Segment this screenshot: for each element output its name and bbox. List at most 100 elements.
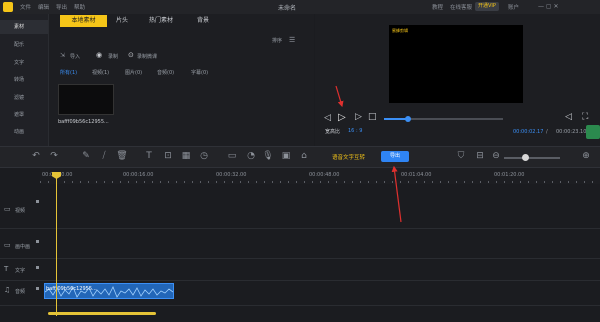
nav-text[interactable]: 文字 (0, 56, 48, 70)
nav-label: 动画 (14, 129, 25, 135)
playhead[interactable] (56, 176, 57, 316)
mosaic-icon[interactable]: ▦ (180, 150, 192, 162)
shield-icon[interactable]: ⛉ (455, 150, 467, 162)
media-library (48, 14, 314, 146)
nav-mask[interactable]: 遮罩 (0, 108, 48, 122)
subtitle-icon[interactable]: ▭ (226, 150, 238, 162)
ruler-tick: 00:00:16.00 (123, 172, 154, 178)
prev-frame-icon[interactable]: ◁ (324, 113, 331, 123)
window-controls[interactable]: — ▢ ✕ (538, 3, 559, 10)
ruler-minor-ticks (40, 181, 595, 183)
track-label-audio: 音频 (15, 289, 26, 295)
horizontal-scrollbar[interactable] (48, 312, 156, 315)
nav-label: 转场 (14, 77, 25, 83)
nav-label: 遮罩 (14, 112, 25, 118)
track-lock-icon[interactable] (36, 287, 39, 290)
fullscreen-icon[interactable]: ⛶ (582, 112, 588, 122)
current-time: 00:00:02.17 (513, 129, 544, 135)
text-icon[interactable]: T (143, 150, 155, 162)
menu-export[interactable]: 导出 (56, 3, 67, 11)
nav-music[interactable]: 配乐 (0, 38, 48, 52)
filter-video[interactable]: 视频(1) (92, 69, 109, 76)
sort-label[interactable]: 排序 (272, 37, 282, 44)
filter-all[interactable]: 所有(1) (60, 69, 77, 76)
ratio-label: 宽高比 (325, 129, 341, 135)
nav-materials[interactable]: 素材 (0, 20, 48, 34)
nav-label: 素材 (14, 24, 25, 30)
play-icon[interactable]: ▷ (338, 112, 346, 123)
text-track-icon: T (4, 265, 9, 273)
delete-icon[interactable]: 🗑 (116, 150, 128, 162)
ratio-value[interactable]: 16 : 9 (348, 128, 362, 134)
fit-icon[interactable]: ⊟ (474, 150, 486, 162)
video-track[interactable] (0, 184, 600, 229)
track-lock-icon[interactable] (36, 240, 39, 243)
tutorial-link[interactable]: 教程 (432, 3, 443, 11)
redo-icon[interactable]: ↷ (48, 150, 60, 162)
import-icon: ⇲ (60, 52, 66, 59)
track-lock-icon[interactable] (36, 266, 39, 269)
track-label-text: 文字 (15, 268, 26, 274)
time-separator: / (546, 129, 548, 135)
nav-label: 配乐 (14, 42, 25, 48)
crop-icon[interactable]: ⊡ (162, 150, 174, 162)
ruler-tick: 00:01:20.00 (494, 172, 525, 178)
export-button[interactable]: 导出 (381, 151, 409, 162)
app-logo (3, 2, 13, 12)
nav-label: 滤镜 (14, 95, 25, 101)
tab-intro[interactable]: 片头 (108, 15, 136, 27)
freeze-icon[interactable]: ◷ (198, 150, 210, 162)
tab-background[interactable]: 背景 (186, 15, 220, 27)
account-menu[interactable]: 账户 (508, 3, 519, 11)
next-frame-icon[interactable]: ▷ (355, 112, 362, 122)
filter-image[interactable]: 图片(0) (125, 69, 142, 76)
progress-knob[interactable] (404, 116, 411, 122)
menu-file[interactable]: 文件 (20, 3, 31, 11)
zoom-out-icon[interactable]: ⊖ (490, 150, 502, 162)
tab-hot-media[interactable]: 热门素材 (140, 15, 182, 27)
pip-track[interactable] (0, 229, 600, 259)
watermark-icon[interactable]: ⌂ (298, 150, 310, 162)
import-button[interactable]: 导入 (70, 53, 80, 60)
stop-icon[interactable]: □ (368, 112, 377, 122)
record-lesson-button[interactable]: 录制微课 (137, 53, 157, 60)
video-track-icon: ▭ (4, 205, 11, 213)
media-thumbnail[interactable] (58, 84, 114, 115)
record-icon: ◉ (96, 51, 103, 59)
nav-filter[interactable]: 滤镜 (0, 91, 48, 105)
microphone-icon[interactable]: 🎙 (262, 150, 274, 162)
record-lesson-icon: ⊙ (128, 51, 134, 59)
pip-track-icon: ▭ (4, 241, 11, 249)
volume-icon[interactable]: ◁ (565, 112, 572, 122)
menu-edit[interactable]: 编辑 (38, 3, 49, 11)
undo-icon[interactable]: ↶ (30, 150, 42, 162)
screenshot-icon[interactable]: ▣ (280, 150, 292, 162)
menu-help[interactable]: 帮助 (74, 3, 85, 11)
ruler-tick: 00:01:04.00 (401, 172, 432, 178)
record-button[interactable]: 录制 (108, 53, 118, 60)
floating-widget-icon[interactable] (586, 125, 600, 139)
watermark-text: 蜜蜂剪辑 (392, 28, 408, 33)
filter-audio[interactable]: 音频(0) (157, 69, 174, 76)
nav-transition[interactable]: 转场 (0, 73, 48, 87)
audio-clip-name: bafff09b56c12955... (46, 286, 97, 292)
total-time: 00:00:23.10 (556, 129, 587, 135)
nav-animation[interactable]: 动画 (0, 125, 48, 139)
split-icon[interactable]: ⧸ (98, 150, 110, 162)
zoom-knob[interactable] (522, 154, 529, 161)
zoom-in-icon[interactable]: ⊕ (580, 150, 592, 162)
edit-icon[interactable]: ✎ (80, 150, 92, 162)
vip-button[interactable]: 开通VIP (475, 2, 499, 11)
speech-to-text-button[interactable]: 语音文字互转 (332, 153, 365, 161)
ruler-tick: 00:00:48.00 (309, 172, 340, 178)
zoom-slider[interactable] (504, 157, 560, 159)
list-view-icon[interactable]: ☰ (289, 36, 295, 44)
tab-local-media[interactable]: 本地素材 (60, 15, 107, 27)
text-track[interactable] (0, 259, 600, 281)
track-lock-icon[interactable] (36, 200, 39, 203)
audio-track-icon: ♫ (4, 286, 11, 294)
support-link[interactable]: 在线客服 (450, 3, 472, 11)
track-label-pip: 画中画 (15, 244, 31, 250)
filter-subtitle[interactable]: 字幕(0) (191, 69, 208, 76)
duration-icon[interactable]: ◔ (245, 150, 257, 162)
